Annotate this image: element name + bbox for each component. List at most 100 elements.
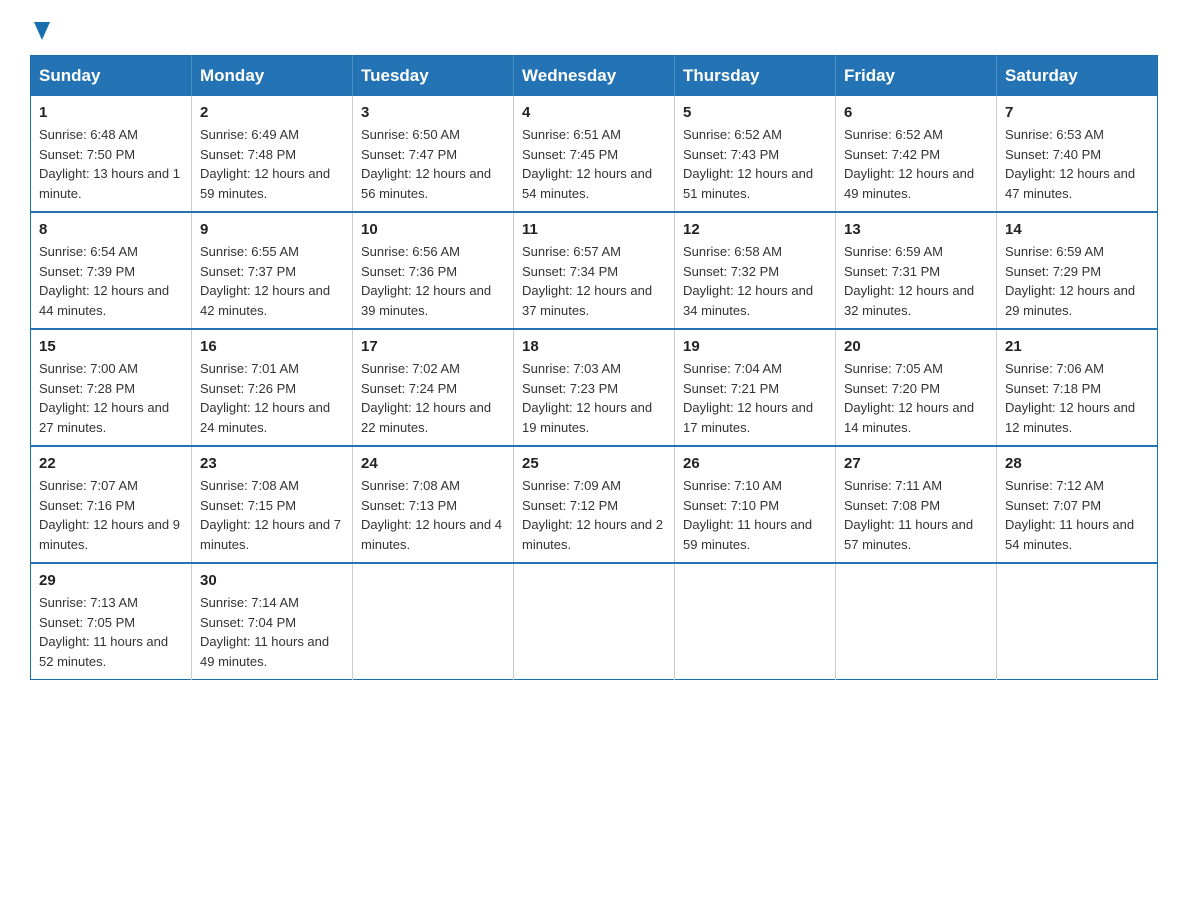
day-info: Sunrise: 7:04 AMSunset: 7:21 PMDaylight:… <box>683 359 827 437</box>
day-number: 27 <box>844 455 988 472</box>
day-number: 22 <box>39 455 183 472</box>
day-info: Sunrise: 6:57 AMSunset: 7:34 PMDaylight:… <box>522 242 666 320</box>
calendar-cell <box>675 563 836 680</box>
day-info: Sunrise: 7:14 AMSunset: 7:04 PMDaylight:… <box>200 593 344 671</box>
day-number: 10 <box>361 221 505 238</box>
calendar-cell: 2 Sunrise: 6:49 AMSunset: 7:48 PMDaylight… <box>192 96 353 212</box>
day-number: 26 <box>683 455 827 472</box>
day-number: 23 <box>200 455 344 472</box>
day-number: 29 <box>39 572 183 589</box>
day-number: 30 <box>200 572 344 589</box>
day-info: Sunrise: 6:53 AMSunset: 7:40 PMDaylight:… <box>1005 125 1149 203</box>
calendar-cell: 3 Sunrise: 6:50 AMSunset: 7:47 PMDaylight… <box>353 96 514 212</box>
calendar-cell: 27 Sunrise: 7:11 AMSunset: 7:08 PMDayligh… <box>836 446 997 563</box>
logo-arrow-icon <box>34 22 50 45</box>
day-number: 3 <box>361 104 505 121</box>
day-number: 2 <box>200 104 344 121</box>
day-info: Sunrise: 6:52 AMSunset: 7:43 PMDaylight:… <box>683 125 827 203</box>
calendar-cell <box>997 563 1158 680</box>
calendar-cell: 4 Sunrise: 6:51 AMSunset: 7:45 PMDaylight… <box>514 96 675 212</box>
calendar-week-row: 22Sunrise: 7:07 AMSunset: 7:16 PMDayligh… <box>31 446 1158 563</box>
day-info: Sunrise: 7:05 AMSunset: 7:20 PMDaylight:… <box>844 359 988 437</box>
day-number: 9 <box>200 221 344 238</box>
calendar-cell: 24 Sunrise: 7:08 AMSunset: 7:13 PMDayligh… <box>353 446 514 563</box>
day-info: Sunrise: 7:08 AMSunset: 7:15 PMDaylight:… <box>200 476 344 554</box>
day-number: 12 <box>683 221 827 238</box>
day-info: Sunrise: 7:13 AMSunset: 7:05 PMDaylight:… <box>39 593 183 671</box>
logo <box>30 20 50 45</box>
calendar-cell: 11 Sunrise: 6:57 AMSunset: 7:34 PMDayligh… <box>514 212 675 329</box>
calendar-cell: 23 Sunrise: 7:08 AMSunset: 7:15 PMDayligh… <box>192 446 353 563</box>
calendar-cell: 6Sunrise: 6:52 AMSunset: 7:42 PMDaylight… <box>836 96 997 212</box>
calendar-week-row: 8 Sunrise: 6:54 AMSunset: 7:39 PMDaylight… <box>31 212 1158 329</box>
calendar-cell: 14 Sunrise: 6:59 AMSunset: 7:29 PMDayligh… <box>997 212 1158 329</box>
day-number: 13 <box>844 221 988 238</box>
weekday-header-friday: Friday <box>836 56 997 97</box>
day-info: Sunrise: 6:59 AMSunset: 7:31 PMDaylight:… <box>844 242 988 320</box>
page-header <box>30 20 1158 45</box>
day-info: Sunrise: 6:58 AMSunset: 7:32 PMDaylight:… <box>683 242 827 320</box>
calendar-week-row: 29 Sunrise: 7:13 AMSunset: 7:05 PMDayligh… <box>31 563 1158 680</box>
day-number: 4 <box>522 104 666 121</box>
weekday-header-wednesday: Wednesday <box>514 56 675 97</box>
day-info: Sunrise: 7:11 AMSunset: 7:08 PMDaylight:… <box>844 476 988 554</box>
weekday-header-row: SundayMondayTuesdayWednesdayThursdayFrid… <box>31 56 1158 97</box>
day-number: 15 <box>39 338 183 355</box>
calendar-week-row: 15 Sunrise: 7:00 AMSunset: 7:28 PMDayligh… <box>31 329 1158 446</box>
day-number: 17 <box>361 338 505 355</box>
calendar-cell <box>514 563 675 680</box>
calendar-cell: 5Sunrise: 6:52 AMSunset: 7:43 PMDaylight… <box>675 96 836 212</box>
day-info: Sunrise: 6:51 AMSunset: 7:45 PMDaylight:… <box>522 125 666 203</box>
day-number: 6 <box>844 104 988 121</box>
day-info: Sunrise: 6:59 AMSunset: 7:29 PMDaylight:… <box>1005 242 1149 320</box>
calendar-cell: 28 Sunrise: 7:12 AMSunset: 7:07 PMDayligh… <box>997 446 1158 563</box>
calendar-cell: 30 Sunrise: 7:14 AMSunset: 7:04 PMDayligh… <box>192 563 353 680</box>
arrow-svg <box>34 22 50 40</box>
weekday-header-sunday: Sunday <box>31 56 192 97</box>
day-info: Sunrise: 6:56 AMSunset: 7:36 PMDaylight:… <box>361 242 505 320</box>
calendar-cell: 17 Sunrise: 7:02 AMSunset: 7:24 PMDayligh… <box>353 329 514 446</box>
day-number: 21 <box>1005 338 1149 355</box>
day-number: 19 <box>683 338 827 355</box>
calendar-table: SundayMondayTuesdayWednesdayThursdayFrid… <box>30 55 1158 680</box>
day-info: Sunrise: 6:55 AMSunset: 7:37 PMDaylight:… <box>200 242 344 320</box>
day-number: 11 <box>522 221 666 238</box>
day-number: 18 <box>522 338 666 355</box>
calendar-cell: 12 Sunrise: 6:58 AMSunset: 7:32 PMDayligh… <box>675 212 836 329</box>
day-info: Sunrise: 6:49 AMSunset: 7:48 PMDaylight:… <box>200 125 344 203</box>
calendar-cell: 21 Sunrise: 7:06 AMSunset: 7:18 PMDayligh… <box>997 329 1158 446</box>
calendar-cell <box>836 563 997 680</box>
calendar-cell: 15 Sunrise: 7:00 AMSunset: 7:28 PMDayligh… <box>31 329 192 446</box>
day-info: Sunrise: 7:01 AMSunset: 7:26 PMDaylight:… <box>200 359 344 437</box>
weekday-header-saturday: Saturday <box>997 56 1158 97</box>
day-number: 25 <box>522 455 666 472</box>
day-info: Sunrise: 7:08 AMSunset: 7:13 PMDaylight:… <box>361 476 505 554</box>
day-number: 14 <box>1005 221 1149 238</box>
day-info: Sunrise: 6:50 AMSunset: 7:47 PMDaylight:… <box>361 125 505 203</box>
calendar-cell: 18Sunrise: 7:03 AMSunset: 7:23 PMDayligh… <box>514 329 675 446</box>
weekday-header-thursday: Thursday <box>675 56 836 97</box>
day-info: Sunrise: 6:54 AMSunset: 7:39 PMDaylight:… <box>39 242 183 320</box>
calendar-week-row: 1 Sunrise: 6:48 AMSunset: 7:50 PMDaylight… <box>31 96 1158 212</box>
day-info: Sunrise: 7:02 AMSunset: 7:24 PMDaylight:… <box>361 359 505 437</box>
day-number: 24 <box>361 455 505 472</box>
calendar-cell: 29 Sunrise: 7:13 AMSunset: 7:05 PMDayligh… <box>31 563 192 680</box>
calendar-cell: 1 Sunrise: 6:48 AMSunset: 7:50 PMDaylight… <box>31 96 192 212</box>
calendar-cell: 9 Sunrise: 6:55 AMSunset: 7:37 PMDaylight… <box>192 212 353 329</box>
day-info: Sunrise: 6:48 AMSunset: 7:50 PMDaylight:… <box>39 125 183 203</box>
calendar-cell: 16 Sunrise: 7:01 AMSunset: 7:26 PMDayligh… <box>192 329 353 446</box>
calendar-cell: 13 Sunrise: 6:59 AMSunset: 7:31 PMDayligh… <box>836 212 997 329</box>
day-info: Sunrise: 7:00 AMSunset: 7:28 PMDaylight:… <box>39 359 183 437</box>
day-number: 7 <box>1005 104 1149 121</box>
day-info: Sunrise: 7:10 AMSunset: 7:10 PMDaylight:… <box>683 476 827 554</box>
calendar-cell: 8 Sunrise: 6:54 AMSunset: 7:39 PMDaylight… <box>31 212 192 329</box>
weekday-header-monday: Monday <box>192 56 353 97</box>
day-number: 28 <box>1005 455 1149 472</box>
day-number: 1 <box>39 104 183 121</box>
day-number: 16 <box>200 338 344 355</box>
day-number: 8 <box>39 221 183 238</box>
calendar-cell <box>353 563 514 680</box>
weekday-header-tuesday: Tuesday <box>353 56 514 97</box>
day-info: Sunrise: 7:12 AMSunset: 7:07 PMDaylight:… <box>1005 476 1149 554</box>
day-info: Sunrise: 7:06 AMSunset: 7:18 PMDaylight:… <box>1005 359 1149 437</box>
